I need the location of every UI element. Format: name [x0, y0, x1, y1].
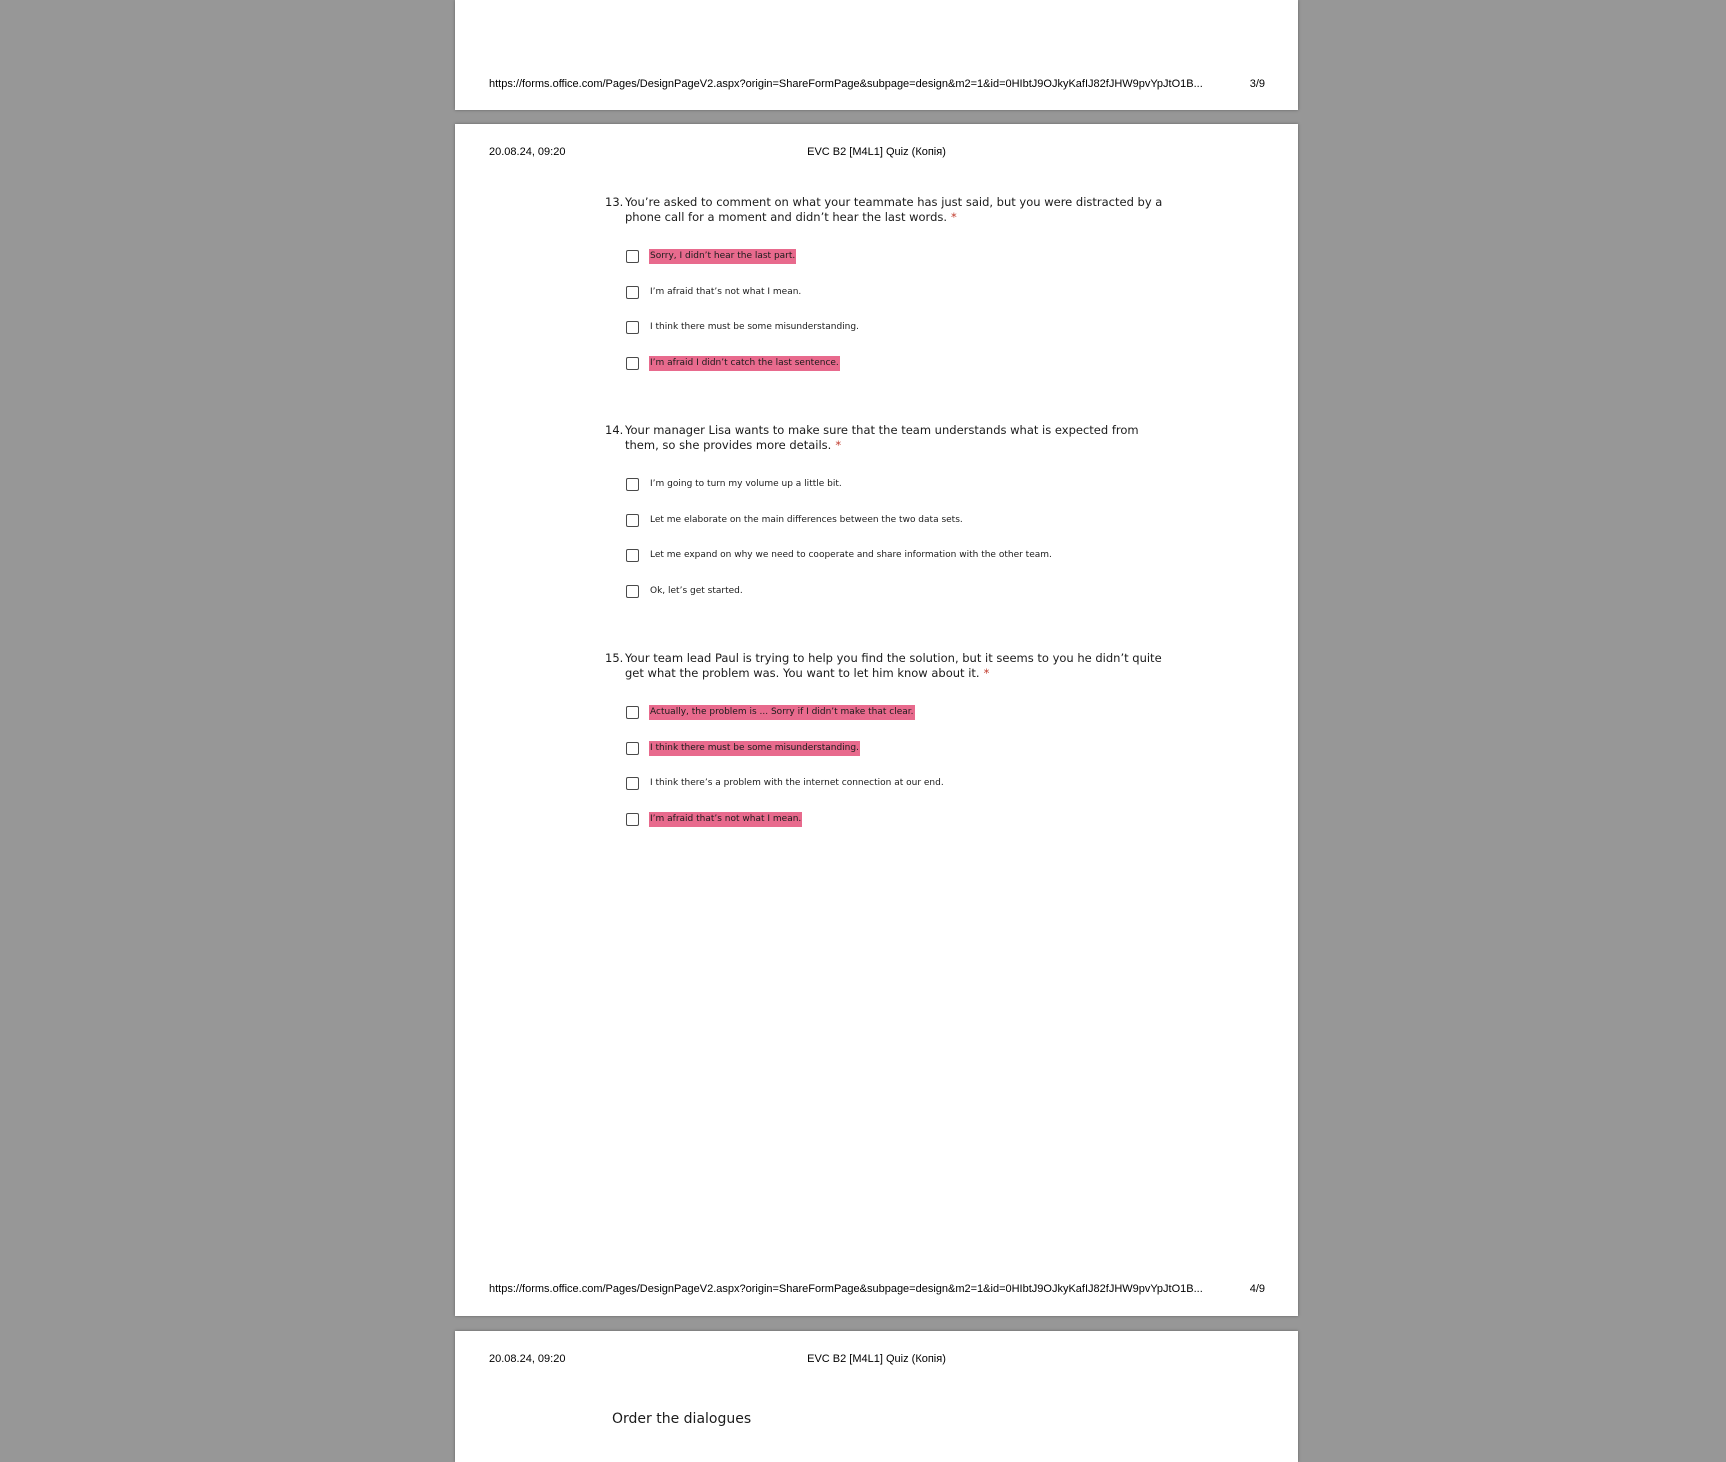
pdf-page-3: https://forms.office.com/Pages/DesignPag…: [455, 0, 1298, 110]
option-label: I think there’s a problem with the inter…: [650, 778, 944, 789]
question-number: 15.: [605, 651, 624, 665]
options-list: I’m going to turn my volume up a little …: [626, 467, 1165, 609]
option-label: Let me expand on why we need to cooperat…: [650, 550, 1052, 561]
footer-page-number: 3/9: [1249, 78, 1265, 90]
option-item[interactable]: I’m afraid that’s not what I mean.: [626, 802, 1165, 838]
header-title: EVC B2 [M4L1] Quiz (Копія): [807, 1353, 946, 1365]
option-item[interactable]: I think there must be some misunderstand…: [626, 310, 1165, 346]
option-item[interactable]: Actually, the problem is ... Sorry if I …: [626, 695, 1165, 731]
footer-page-number: 4/9: [1249, 1283, 1265, 1295]
option-item[interactable]: I think there must be some misunderstand…: [626, 731, 1165, 767]
option-item[interactable]: Let me expand on why we need to cooperat…: [626, 538, 1165, 574]
checkbox[interactable]: [626, 706, 639, 720]
option-label: Actually, the problem is ... Sorry if I …: [649, 705, 915, 721]
footer-url: https://forms.office.com/Pages/DesignPag…: [489, 1283, 1203, 1295]
checkbox[interactable]: [626, 285, 639, 299]
option-item[interactable]: Let me elaborate on the main differences…: [626, 503, 1165, 539]
section-title: Order the dialogues: [612, 1411, 752, 1427]
required-marker: *: [835, 438, 842, 452]
options-list: Sorry, I didn’t hear the last part. I’m …: [626, 239, 1165, 381]
checkbox[interactable]: [626, 513, 639, 527]
checkbox[interactable]: [626, 812, 639, 826]
checkbox[interactable]: [626, 478, 639, 492]
option-item[interactable]: I’m afraid that’s not what I mean.: [626, 275, 1165, 311]
option-item[interactable]: I’m afraid I didn’t catch the last sente…: [626, 346, 1165, 382]
checkbox[interactable]: [626, 356, 639, 370]
option-label: Ok, let’s get started.: [650, 585, 743, 596]
checkbox[interactable]: [626, 549, 639, 563]
required-marker: *: [951, 210, 957, 224]
checkbox[interactable]: [626, 584, 639, 598]
pdf-page-4: 20.08.24, 09:20 EVC B2 [M4L1] Quiz (Копі…: [455, 124, 1298, 1316]
question-text: You’re asked to comment on what your tea…: [625, 195, 1163, 224]
question-15: 15. Your team lead Paul is trying to hel…: [605, 651, 1165, 837]
question-number: 13.: [605, 195, 624, 209]
question-number: 14.: [605, 423, 624, 437]
checkbox[interactable]: [626, 250, 639, 264]
option-item[interactable]: I think there’s a problem with the inter…: [626, 766, 1165, 802]
checkbox[interactable]: [626, 741, 639, 755]
question-14: 14. Your manager Lisa wants to make sure…: [605, 423, 1165, 609]
option-label: I think there must be some misunderstand…: [650, 322, 859, 333]
option-label: I think there must be some misunderstand…: [649, 740, 860, 756]
option-label: I’m going to turn my volume up a little …: [650, 479, 842, 490]
option-label: I’m afraid that’s not what I mean.: [650, 286, 802, 297]
question-13: 13. You’re asked to comment on what your…: [605, 195, 1165, 381]
checkbox[interactable]: [626, 321, 639, 335]
checkbox[interactable]: [626, 777, 639, 791]
question-text: Your manager Lisa wants to make sure tha…: [625, 423, 1139, 452]
question-text: Your team lead Paul is trying to help yo…: [625, 651, 1162, 680]
option-item[interactable]: Sorry, I didn’t hear the last part.: [626, 239, 1165, 275]
required-marker: *: [983, 666, 990, 680]
footer-url: https://forms.office.com/Pages/DesignPag…: [489, 78, 1203, 90]
header-title: EVC B2 [M4L1] Quiz (Копія): [807, 146, 946, 158]
option-label: Sorry, I didn’t hear the last part.: [649, 249, 797, 265]
option-item[interactable]: I’m going to turn my volume up a little …: [626, 467, 1165, 503]
option-label: I’m afraid that’s not what I mean.: [649, 811, 803, 827]
option-label: Let me elaborate on the main differences…: [650, 514, 963, 525]
option-label: I’m afraid I didn’t catch the last sente…: [649, 355, 840, 371]
options-list: Actually, the problem is ... Sorry if I …: [626, 695, 1165, 837]
option-item[interactable]: Ok, let’s get started.: [626, 574, 1165, 610]
pdf-page-5: 20.08.24, 09:20 EVC B2 [M4L1] Quiz (Копі…: [455, 1331, 1298, 1462]
